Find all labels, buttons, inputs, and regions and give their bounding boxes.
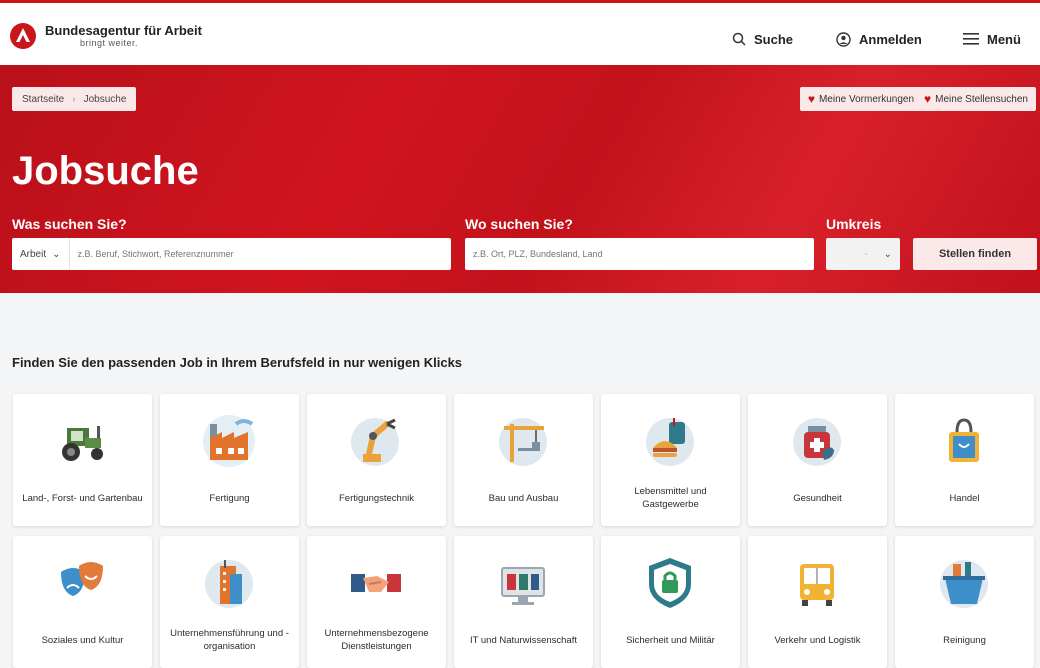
search-type-value: Arbeit xyxy=(20,248,47,260)
menu-button[interactable]: Menü xyxy=(963,28,1021,50)
bus-icon xyxy=(800,564,834,606)
search-type-select[interactable]: Arbeit ⌄ xyxy=(12,238,70,270)
radius-select[interactable]: - ⌄ xyxy=(826,238,900,270)
site-header: Bundesagentur für Arbeit bringt weiter. … xyxy=(0,3,1040,65)
heart-icon: ♥ xyxy=(807,92,815,106)
categories-heading: Finden Sie den passenden Job in Ihrem Be… xyxy=(12,355,463,370)
shield-lock-icon xyxy=(649,558,691,608)
category-card[interactable]: Verkehr und Logistik xyxy=(748,536,887,668)
breadcrumb-home-link[interactable]: Startseite xyxy=(22,94,64,105)
category-label: Bau und Ausbau xyxy=(488,492,559,504)
saved-jobs-link[interactable]: ♥ Meine Vormerkungen xyxy=(808,92,914,106)
category-label: Sicherheit und Militär xyxy=(626,634,715,646)
category-label: Lebensmittel und Gastgewerbe xyxy=(634,486,707,510)
radius-label: Umkreis xyxy=(826,216,882,232)
saved-links: ♥ Meine Vormerkungen ♥ Meine Stellensuch… xyxy=(799,87,1036,111)
category-card[interactable]: Bau und Ausbau xyxy=(454,394,593,526)
category-label: Land-, Forst- und Gartenbau xyxy=(22,492,143,504)
category-card[interactable]: Unternehmensbezogene Dienstleistungen xyxy=(307,536,446,668)
menu-label: Menü xyxy=(987,31,1021,47)
medicine-icon xyxy=(793,418,841,466)
food-icon xyxy=(646,418,694,466)
heart-search-icon: ♥ xyxy=(924,92,932,106)
category-grid: Land-, Forst- und Gartenbau Fertigung Fe… xyxy=(13,394,1034,668)
category-card[interactable]: Lebensmittel und Gastgewerbe xyxy=(601,394,740,526)
breadcrumb-current: Jobsuche xyxy=(83,93,127,105)
brand-tagline: bringt weiter. xyxy=(80,38,139,48)
user-icon xyxy=(836,31,851,47)
brand-name[interactable]: Bundesagentur für Arbeit xyxy=(45,23,202,38)
category-card[interactable]: IT und Naturwissenschaft xyxy=(454,536,593,668)
saved-searches-link[interactable]: ♥ Meine Stellensuchen xyxy=(924,92,1028,106)
category-card[interactable]: Land-, Forst- und Gartenbau xyxy=(13,394,152,526)
robot-arm-icon xyxy=(351,418,399,466)
office-building-icon xyxy=(205,560,253,608)
category-card[interactable]: Reinigung xyxy=(895,536,1034,668)
category-card[interactable]: Gesundheit xyxy=(748,394,887,526)
breadcrumb-separator: › xyxy=(72,93,76,105)
cleaning-bucket-icon xyxy=(940,560,988,608)
hero-search-section: Startseite › Jobsuche ♥ Meine Vormerkung… xyxy=(0,65,1040,293)
category-label: Fertigungstechnik xyxy=(339,492,414,504)
category-card[interactable]: Soziales und Kultur xyxy=(13,536,152,668)
radius-value: - xyxy=(864,248,868,260)
page-title: Jobsuche xyxy=(12,149,199,193)
search-button[interactable]: Suche xyxy=(732,28,793,50)
what-search-input[interactable] xyxy=(69,249,451,259)
category-label: Handel xyxy=(949,492,980,504)
category-label: Soziales und Kultur xyxy=(41,634,124,646)
tractor-icon xyxy=(62,426,103,461)
shopping-bag-icon xyxy=(949,418,979,462)
saved-searches-label: Meine Stellensuchen xyxy=(935,93,1028,105)
where-search-input[interactable] xyxy=(465,249,814,259)
category-card[interactable]: Fertigung xyxy=(160,394,299,526)
where-label: Wo suchen Sie? xyxy=(465,216,573,232)
login-button[interactable]: Anmelden xyxy=(836,28,922,50)
category-label: Gesundheit xyxy=(793,492,842,504)
where-field xyxy=(465,238,814,270)
category-label: Fertigung xyxy=(209,492,250,504)
category-label: Unternehmensführung und -organisation xyxy=(170,628,289,652)
find-jobs-button[interactable]: Stellen finden xyxy=(913,238,1037,270)
chevron-down-icon: ⌄ xyxy=(883,248,892,260)
category-card[interactable]: Sicherheit und Militär xyxy=(601,536,740,668)
breadcrumb: Startseite › Jobsuche xyxy=(12,87,137,111)
category-label: Unternehmensbezogene Dienstleistungen xyxy=(324,628,429,652)
handshake-icon xyxy=(351,574,401,592)
category-card[interactable]: Unternehmensführung und -organisation xyxy=(160,536,299,668)
category-label: Verkehr und Logistik xyxy=(774,634,861,646)
category-card[interactable]: Handel xyxy=(895,394,1034,526)
hamburger-icon xyxy=(963,33,979,45)
saved-jobs-label: Meine Vormerkungen xyxy=(818,93,915,105)
login-label: Anmelden xyxy=(859,31,922,47)
factory-icon xyxy=(203,415,255,467)
monitor-icon xyxy=(501,567,545,605)
what-label: Was suchen Sie? xyxy=(12,216,127,232)
ba-logo-icon[interactable] xyxy=(10,23,36,49)
category-label: IT und Naturwissenschaft xyxy=(469,634,577,646)
chevron-down-icon: ⌄ xyxy=(52,248,61,260)
theater-masks-icon xyxy=(61,562,103,596)
search-icon xyxy=(732,32,746,46)
search-label: Suche xyxy=(754,31,794,47)
crane-icon xyxy=(499,418,547,466)
category-card[interactable]: Fertigungstechnik xyxy=(307,394,446,526)
category-label: Reinigung xyxy=(943,634,986,646)
what-field: Arbeit ⌄ xyxy=(12,238,451,270)
